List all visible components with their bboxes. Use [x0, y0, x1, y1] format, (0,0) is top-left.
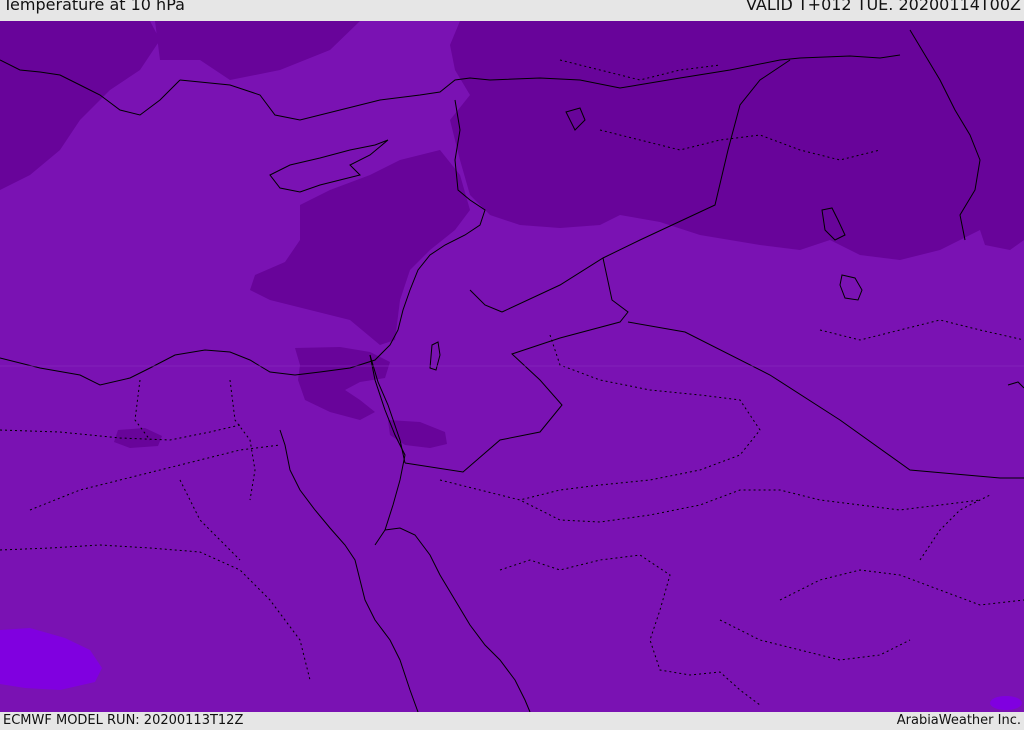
model-run-label: ECMWF MODEL RUN: 20200113T12Z [3, 713, 244, 728]
warm-region-southeast-spot [990, 696, 1022, 710]
header-bar: Temperature at 10 hPa VALID T+012 TUE. 2… [0, 0, 1024, 21]
map-canvas [0, 21, 1024, 712]
footer-bar: ECMWF MODEL RUN: 20200113T12Z ArabiaWeat… [0, 712, 1024, 729]
cold-region-northeast [450, 21, 1024, 260]
credit-label: ArabiaWeather Inc. [896, 713, 1021, 728]
map-title: Temperature at 10 hPa [3, 0, 185, 14]
valid-time: VALID T+012 TUE. 20200114T00Z [745, 0, 1021, 14]
temperature-map[interactable] [0, 21, 1024, 712]
